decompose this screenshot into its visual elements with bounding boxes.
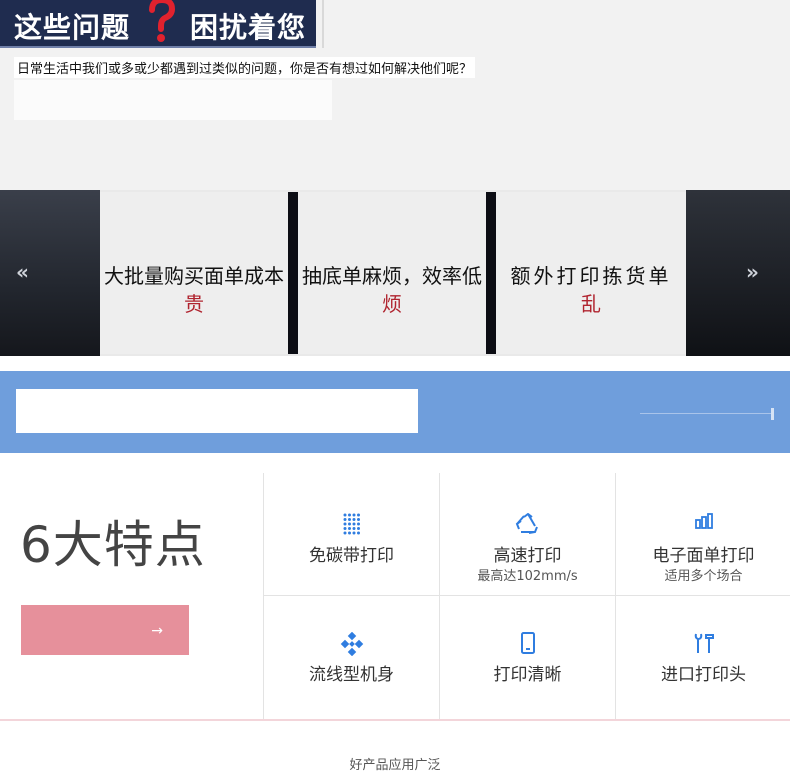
feature-name: 流线型机身 [309,665,394,685]
feature-name: 高速打印 [493,546,562,566]
intro-placeholder-box [14,80,332,120]
problem-carousel: « 大批量购买面单成本 贵 抽底单麻烦，效率低 烦 额外打印拣货单 乱 » [0,190,790,356]
features-title: 6大特点 [20,516,206,574]
feature-item: 免碳带打印 [264,473,440,596]
carousel-prev-arrow[interactable]: « [16,260,29,284]
problem-card-title: 大批量购买面单成本 [104,264,284,288]
question-mark-icon [149,0,176,42]
feature-subtitle: 适用多个场合 [664,569,743,584]
banner-title-right: 困扰着您 [190,11,307,44]
features-section: 6大特点 → 免碳带打印 高速打印 最高达102mm/s 电子面单打印 适用多个… [0,453,790,721]
feature-name: 免碳带打印 [309,546,394,566]
intro-text: 日常生活中我们或多或少都遇到过类似的问题，你是否有想过如何解决他们呢？ [14,57,476,78]
problem-card-picking: 额外打印拣货单 乱 [496,192,686,354]
title-banner: 这些问题 困扰着您 [0,0,316,48]
feature-item: 电子面单打印 适用多个场合 [616,473,790,596]
tools-icon [694,633,714,653]
feature-name: 进口打印头 [661,665,746,685]
blue-banner-line [640,413,774,414]
problem-card-keyword: 贵 [184,292,204,316]
feature-item: 流线型机身 [264,596,440,719]
recycle-icon [515,513,538,534]
diamond-cluster-icon [340,632,363,656]
applications-heading: 好产品应用广泛 [349,758,441,773]
problem-card-keyword: 乱 [581,292,601,316]
banner-divider [322,0,324,48]
section-divider [0,719,790,721]
carousel-next-arrow[interactable]: » [746,260,759,284]
blue-banner-tick [771,408,774,420]
feature-name: 打印清晰 [493,665,562,685]
dot-grid-icon [343,513,360,535]
features-more-button[interactable]: → [21,605,189,655]
problem-card-efficiency: 抽底单麻烦，效率低 烦 [298,192,486,354]
blue-banner [0,371,790,453]
problems-header-section: 这些问题 困扰着您 日常生活中我们或多或少都遇到过类似的问题，你是否有想过如何解… [0,0,790,190]
feature-item: 高速打印 最高达102mm/s [440,473,616,596]
card-separator [288,192,298,354]
banner-title-left: 这些问题 [14,11,131,44]
phone-outline-icon [520,632,535,654]
bar-chart-icon [694,513,713,529]
problem-card-cost: 大批量购买面单成本 贵 [100,192,288,354]
problem-card-keyword: 烦 [382,292,402,316]
feature-name: 电子面单打印 [652,546,755,566]
card-separator [486,192,496,354]
features-grid: 免碳带打印 高速打印 最高达102mm/s 电子面单打印 适用多个场合 流线型机… [263,473,790,719]
carousel-left-image: « [0,190,100,356]
feature-item: 进口打印头 [616,596,790,719]
problem-card-title: 抽底单麻烦，效率低 [302,264,482,288]
arrow-right-icon: → [151,623,163,639]
feature-subtitle: 最高达102mm/s [477,569,578,584]
blue-banner-text-box [16,389,418,433]
feature-item: 打印清晰 [440,596,616,719]
problem-card-title: 额外打印拣货单 [510,264,672,288]
carousel-right-image: » [686,190,790,356]
